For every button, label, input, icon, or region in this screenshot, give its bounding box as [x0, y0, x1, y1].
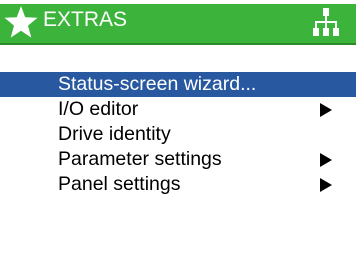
- menu-item-drive-identity[interactable]: Drive identity: [0, 122, 356, 147]
- menu-item-parameter-settings[interactable]: Parameter settings: [0, 147, 356, 172]
- menu-item-status-screen-wizard[interactable]: Status-screen wizard...: [0, 72, 356, 97]
- header-bar: EXTRAS: [0, 0, 356, 45]
- header-title: EXTRAS: [43, 8, 128, 31]
- panel-screen: EXTRAS Status-screen wizard... I/O edito…: [0, 0, 356, 262]
- triangle-right-icon: [320, 153, 332, 167]
- menu-item-label: I/O editor: [58, 98, 139, 120]
- star-icon: [4, 6, 38, 38]
- menu-item-io-editor[interactable]: I/O editor: [0, 97, 356, 122]
- menu-item-label: Status-screen wizard...: [58, 73, 257, 95]
- menu-item-label: Panel settings: [58, 173, 181, 195]
- triangle-right-icon: [320, 103, 332, 117]
- menu-item-label: Drive identity: [58, 123, 171, 145]
- menu-item-label: Parameter settings: [58, 148, 222, 170]
- menu-tree-icon[interactable]: [313, 7, 339, 37]
- menu-item-panel-settings[interactable]: Panel settings: [0, 172, 356, 197]
- triangle-right-icon: [320, 178, 332, 192]
- extras-menu: Status-screen wizard... I/O editor Drive…: [0, 72, 356, 197]
